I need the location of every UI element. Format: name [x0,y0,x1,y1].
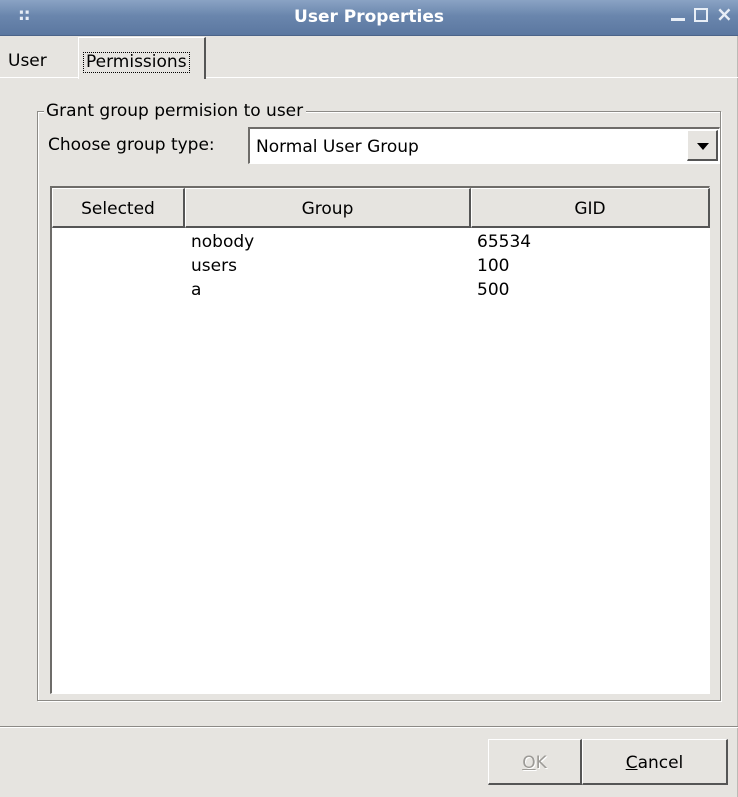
table-row[interactable]: nobody 65534 [52,230,710,254]
tab-user[interactable]: User [0,37,78,77]
cell-group: users [191,256,237,276]
ok-mnemonic: O [522,753,536,773]
cell-selected[interactable] [52,278,191,302]
maximize-icon[interactable] [694,7,708,22]
cell-group: a [191,280,202,300]
user-properties-window: :: User Properties × User Permissions Gr… [0,0,738,797]
cancel-label: ancel [637,753,684,773]
group-type-select[interactable]: Normal User Group [248,127,720,164]
cell-selected[interactable] [52,230,191,254]
close-icon[interactable]: × [716,4,733,24]
frame-legend: Grant group permision to user [44,101,307,121]
column-header-selected[interactable]: Selected [52,188,185,228]
tab-divider [206,77,738,78]
column-header-gid[interactable]: GID [471,188,710,228]
cell-gid: 100 [477,256,510,276]
cell-gid: 65534 [477,232,532,252]
tab-divider [0,77,78,78]
column-header-group[interactable]: Group [185,188,471,228]
cancel-mnemonic: C [625,753,638,773]
title-bar[interactable]: :: User Properties × [0,0,738,36]
list-header: Selected Group GID [52,188,710,228]
tab-bar: User Permissions [0,37,738,79]
cell-gid: 500 [477,280,510,300]
cancel-button[interactable]: Cancel [582,739,728,785]
cell-selected[interactable] [52,254,191,278]
group-list[interactable]: Selected Group GID nobody 65534 users 10… [50,186,710,694]
group-type-value: Normal User Group [256,137,419,157]
minimize-icon[interactable] [670,5,686,23]
cell-group: nobody [191,232,255,252]
table-row[interactable]: users 100 [52,254,710,278]
button-separator [0,726,738,728]
window-title: User Properties [294,7,444,27]
ok-button[interactable]: OK [488,739,582,785]
window-controls: × [670,4,733,24]
choose-group-type-label: Choose group type: [48,135,215,155]
list-rows: nobody 65534 users 100 a 500 [52,230,710,302]
ok-label: K [535,753,547,773]
table-row[interactable]: a 500 [52,278,710,302]
chevron-down-icon[interactable] [687,130,718,161]
tab-permissions[interactable]: Permissions [78,37,206,79]
tab-permissions-label: Permissions [83,52,190,73]
